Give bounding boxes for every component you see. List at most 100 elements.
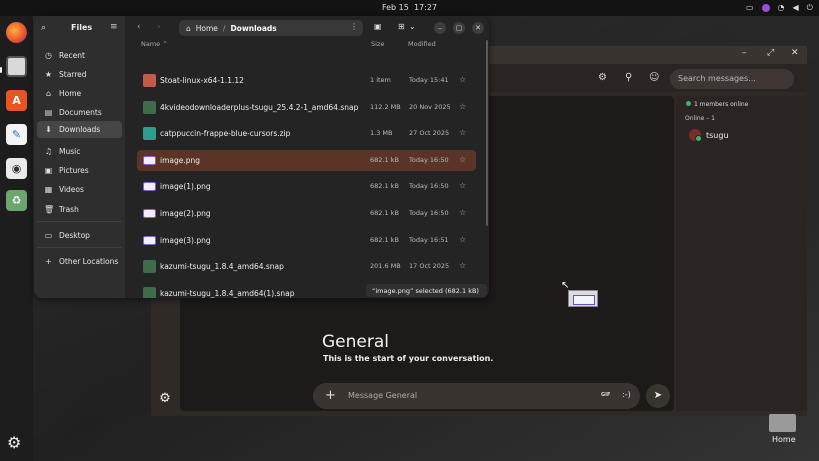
star-icon[interactable]: ☆ (459, 208, 466, 217)
sidebar-item-trash[interactable]: 🗑 Trash (37, 201, 122, 218)
star-icon[interactable]: ☆ (459, 261, 466, 270)
breadcrumb-current[interactable]: Downloads (230, 24, 276, 33)
sidebar-item-downloads[interactable]: ⬇ Downloads (37, 121, 122, 138)
file-size: 682.1 kB (370, 209, 399, 217)
home-folder-icon[interactable] (769, 414, 796, 432)
members-icon[interactable]: ☺ (649, 72, 659, 83)
sidebar-item-home[interactable]: ⌂ Home (37, 85, 122, 102)
png-file-icon (143, 235, 156, 245)
trash-icon[interactable]: ♻ (6, 190, 27, 211)
active-indicator (0, 67, 2, 73)
column-name[interactable]: Name ⌃ (141, 40, 168, 54)
menu-icon[interactable]: ≡ (110, 22, 118, 32)
minimize-icon[interactable]: – (434, 22, 446, 34)
new-folder-icon[interactable]: ▣ (374, 22, 382, 31)
sidebar-separator (37, 247, 122, 248)
view-options-icon[interactable]: ⌄ (409, 22, 416, 31)
pin-icon[interactable]: ⚲ (625, 72, 632, 83)
file-row[interactable]: 4kvideodownloaderplus-tsugu_25.4.2-1_amd… (137, 97, 476, 118)
file-row[interactable]: image(3).png 682.1 kB Today 16:51 ☆ (137, 230, 476, 251)
sidebar-item-recent[interactable]: ◷ Recent (37, 47, 122, 64)
sidebar-item-label: Desktop (59, 231, 90, 240)
sidebar-item-starred[interactable]: ★ Starred (37, 66, 122, 83)
star-icon[interactable]: ☆ (459, 181, 466, 190)
maximize-icon[interactable]: ⤢ (767, 48, 774, 58)
send-button[interactable]: ➤ (646, 384, 670, 408)
members-panel: 1 members online Online – 1 tsugu (676, 96, 807, 411)
message-input[interactable]: + Message General GIF :-) (313, 383, 640, 409)
sidebar-item-label: Documents (59, 108, 102, 117)
file-row[interactable]: catppuccin-frappe-blue-cursors.zip 1.3 MB… (137, 123, 476, 144)
file-row[interactable]: kazumi-tsugu_1.8.4_amd64.snap 201.6 MB 17 … (137, 256, 476, 277)
scrollbar[interactable] (486, 40, 488, 226)
column-modified[interactable]: Modified (408, 40, 436, 54)
channel-subtitle: This is the start of your conversation. (323, 354, 494, 363)
gif-button[interactable]: GIF (601, 392, 610, 398)
forward-icon[interactable]: › (157, 22, 161, 32)
file-name: image(3).png (160, 235, 211, 245)
folder-file-icon (143, 74, 156, 87)
printer-icon[interactable]: ▭ (746, 2, 754, 14)
member-item[interactable]: tsugu (689, 129, 729, 142)
gimp-icon[interactable]: ◉ (6, 158, 27, 179)
file-modified: Today 16:50 (409, 155, 449, 164)
system-tray[interactable]: ▭ ◔ ◀ ⏻ (746, 2, 813, 14)
sidebar-item-label: Trash (59, 205, 79, 214)
minimize-icon[interactable]: – (742, 48, 747, 58)
star-icon[interactable]: ☆ (459, 128, 466, 137)
sidebar-item-music[interactable]: ♫ Music (37, 143, 122, 160)
sidebar-item-pictures[interactable]: ▣ Pictures (37, 162, 122, 179)
network-icon[interactable]: ◔ (778, 2, 785, 14)
file-row[interactable]: image(2).png 682.1 kB Today 16:50 ☆ (137, 203, 476, 224)
files-icon[interactable] (6, 56, 27, 77)
close-icon[interactable]: ✕ (472, 22, 484, 34)
message-placeholder: Message General (348, 391, 418, 400)
snap-file-icon (143, 286, 156, 298)
file-size: 682.1 kB (370, 155, 399, 164)
online-heading: Online – 1 (685, 115, 715, 122)
star-icon[interactable]: ☆ (459, 155, 466, 164)
volume-icon[interactable]: ◀ (793, 2, 799, 14)
text-editor-icon[interactable]: ✎ (6, 124, 27, 145)
column-size[interactable]: Size (371, 40, 384, 54)
view-grid-icon[interactable]: ⊞ (398, 22, 405, 31)
add-attachment-icon[interactable]: + (325, 388, 336, 403)
files-toolbar: ‹ › ⌂ Home / Downloads ⋮ ▣ ⊞ ⌄ – ▢ ✕ (125, 16, 489, 40)
home-label[interactable]: Home (772, 435, 796, 444)
path-bar[interactable]: ⌂ Home / Downloads ⋮ (179, 20, 363, 36)
clock[interactable]: Feb 15 17:27 (0, 3, 819, 12)
sidebar-item-other-locations[interactable]: + Other Locations (37, 253, 122, 270)
file-row[interactable]: Stoat-linux-x64-1.1.12 1 item Today 15:41 ☆ (137, 70, 476, 91)
path-menu-icon[interactable]: ⋮ (350, 22, 358, 31)
user-settings-icon[interactable]: ⚙ (152, 391, 178, 413)
dock: A ✎ ◉ ♻ (0, 16, 33, 461)
sidebar-item-label: Videos (59, 185, 84, 194)
search-input[interactable]: Search messages... (670, 69, 794, 89)
file-modified: 17 Oct 2025 (409, 262, 450, 271)
star-icon[interactable]: ☆ (459, 235, 466, 244)
settings-icon[interactable]: ⚙ (598, 72, 607, 83)
close-icon[interactable]: ✕ (791, 48, 799, 58)
emoji-button[interactable]: :-) (622, 390, 631, 399)
file-row[interactable]: image(1).png 682.1 kB Today 16:50 ☆ (137, 176, 476, 197)
sidebar-item-videos[interactable]: ▦ Videos (37, 181, 122, 198)
member-name: tsugu (706, 130, 729, 140)
breadcrumb-home[interactable]: Home (196, 24, 218, 33)
search-icon[interactable]: ⌕ (41, 23, 46, 33)
maximize-icon[interactable]: ▢ (453, 22, 465, 34)
firefox-icon[interactable] (6, 22, 27, 43)
sidebar-item-desktop[interactable]: ▭ Desktop (37, 227, 122, 244)
back-icon[interactable]: ‹ (137, 22, 141, 32)
power-icon[interactable]: ⏻ (807, 2, 813, 14)
zip-file-icon (143, 127, 156, 141)
record-icon[interactable] (761, 4, 770, 12)
sidebar-item-label: Recent (59, 51, 85, 60)
star-icon[interactable]: ☆ (459, 75, 466, 84)
avatar (689, 129, 702, 142)
file-row[interactable]: image.png 682.1 kB Today 16:50 ☆ (137, 149, 476, 171)
png-file-icon (143, 155, 156, 165)
app-center-icon[interactable]: A (6, 90, 27, 111)
star-icon[interactable]: ☆ (459, 102, 466, 111)
sidebar-item-documents[interactable]: ▤ Documents (37, 104, 122, 121)
show-apps-icon[interactable]: ⚙ (7, 433, 21, 452)
